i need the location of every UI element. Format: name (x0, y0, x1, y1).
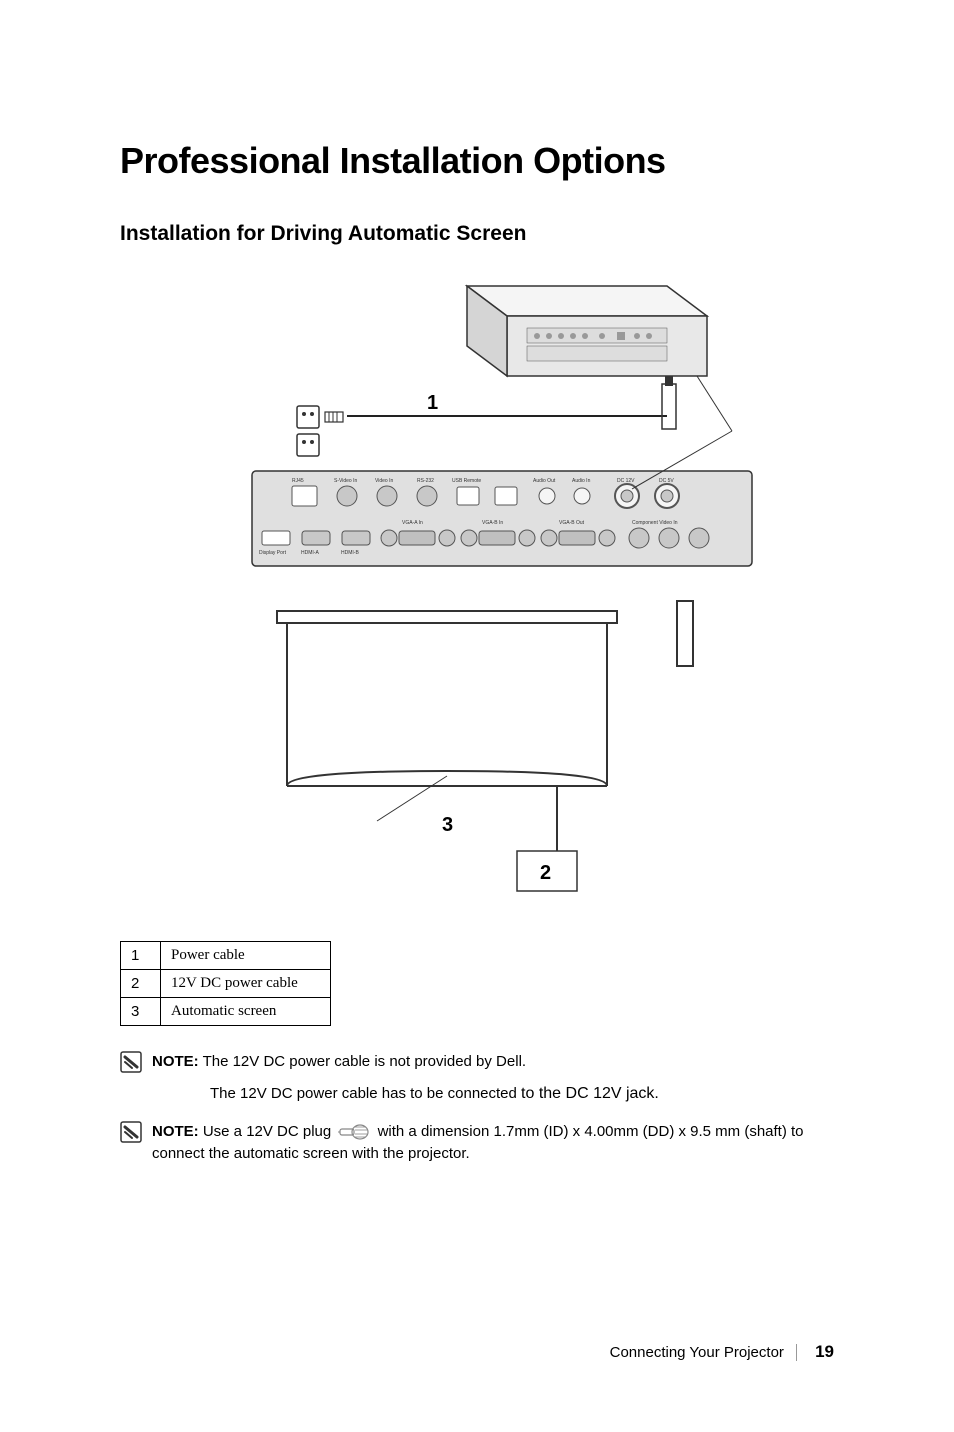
svg-text:RJ45: RJ45 (292, 478, 304, 484)
note-jack-text: to the DC 12V jack. (521, 1085, 659, 1102)
note-icon (120, 1121, 142, 1143)
svg-text:DC 5V: DC 5V (659, 478, 674, 484)
svg-text:USB Remote: USB Remote (452, 478, 481, 484)
note-text-a: Use a 12V DC plug (199, 1123, 336, 1140)
svg-text:Component Video In: Component Video In (632, 520, 678, 526)
note-1-sub: The 12V DC power cable has to be connect… (210, 1082, 834, 1106)
note-prefix: NOTE: (152, 1123, 199, 1140)
svg-text:Audio In: Audio In (572, 478, 591, 484)
svg-text:VGA-A In: VGA-A In (402, 520, 423, 526)
callout-3: 3 (442, 814, 453, 836)
screen-control-box (677, 601, 693, 666)
row-num: 3 (121, 998, 161, 1026)
plug-icon (338, 1123, 370, 1141)
svg-text:VGA-B In: VGA-B In (482, 520, 503, 526)
svg-text:HDMI-B: HDMI-B (341, 550, 359, 556)
page-title: Professional Installation Options (120, 140, 834, 182)
svg-text:DC 12V: DC 12V (617, 478, 635, 484)
table-row: 3 Automatic screen (121, 998, 331, 1026)
svg-text:Display Port: Display Port (259, 550, 287, 556)
footer-page-number: 19 (815, 1342, 834, 1361)
svg-text:VGA-B Out: VGA-B Out (559, 520, 585, 526)
installation-diagram: 1 RJ45 S-Video In Video In RS-232 USB Re… (177, 276, 777, 901)
footer-divider (796, 1344, 807, 1361)
note-text-content: The 12V DC power cable is not provided b… (199, 1053, 526, 1070)
diagram-svg: 1 RJ45 S-Video In Video In RS-232 USB Re… (177, 276, 777, 896)
note-icon (120, 1051, 142, 1073)
projector-body (467, 286, 707, 376)
row-num: 2 (121, 970, 161, 998)
note-sub-text: The 12V DC power cable has to be connect… (210, 1085, 521, 1102)
table-row: 1 Power cable (121, 942, 331, 970)
svg-text:RS-232: RS-232 (417, 478, 434, 484)
svg-text:HDMI-A: HDMI-A (301, 550, 319, 556)
table-row: 2 12V DC power cable (121, 970, 331, 998)
row-label: Automatic screen (161, 998, 331, 1026)
page-footer: Connecting Your Projector 19 (610, 1342, 834, 1362)
svg-text:S-Video In: S-Video In (334, 478, 357, 484)
callout-2: 2 (540, 862, 551, 884)
section-subtitle: Installation for Driving Automatic Scree… (120, 222, 834, 246)
connector-panel: RJ45 S-Video In Video In RS-232 USB Remo… (252, 471, 752, 566)
note-2: NOTE: Use a 12V DC plug with a dimension… (120, 1121, 834, 1166)
footer-section: Connecting Your Projector (610, 1344, 784, 1361)
note-1: NOTE: The 12V DC power cable is not prov… (120, 1051, 834, 1074)
note-prefix: NOTE: (152, 1053, 199, 1070)
legend-table: 1 Power cable 2 12V DC power cable 3 Aut… (120, 941, 834, 1026)
svg-text:Video In: Video In (375, 478, 393, 484)
row-label: Power cable (161, 942, 331, 970)
callout-1: 1 (427, 392, 438, 414)
automatic-screen (277, 611, 617, 786)
row-num: 1 (121, 942, 161, 970)
svg-text:Audio Out: Audio Out (533, 478, 556, 484)
power-socket-icon (297, 406, 343, 456)
row-label: 12V DC power cable (161, 970, 331, 998)
